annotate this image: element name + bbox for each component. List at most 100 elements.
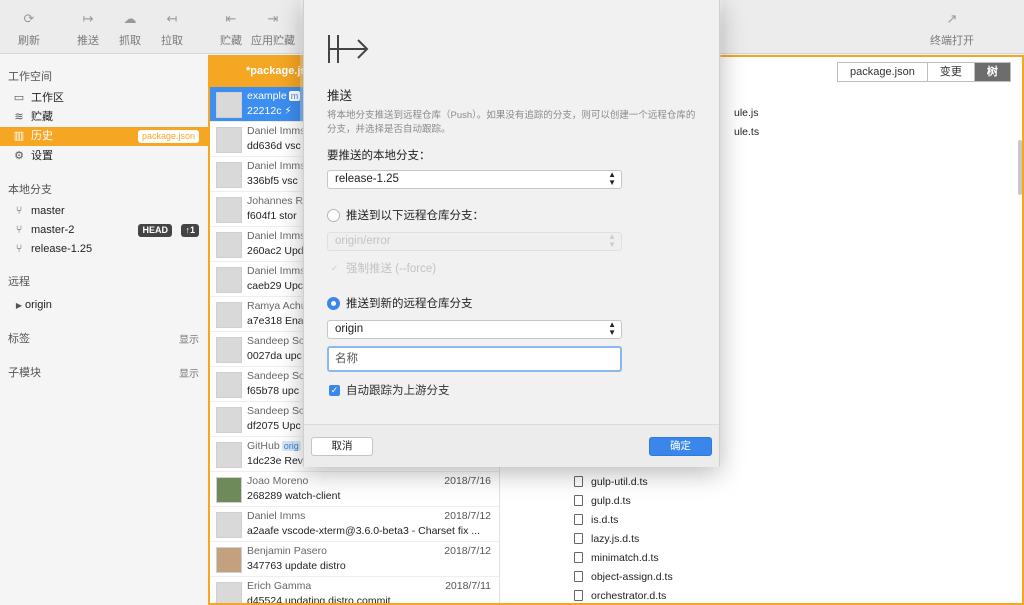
commit-author: Ramya Achu bbox=[247, 300, 307, 312]
fetch-button[interactable]: ☁ 抓取 bbox=[108, 10, 152, 48]
avatar bbox=[216, 582, 242, 603]
file-item[interactable]: object-assign.d.ts bbox=[574, 568, 673, 586]
tags-show-toggle[interactable]: 显示 bbox=[179, 331, 199, 346]
commit-author: Johannes R bbox=[247, 195, 304, 207]
avatar bbox=[216, 547, 242, 573]
view-tree-button[interactable]: 树 bbox=[973, 63, 1010, 81]
avatar bbox=[216, 407, 242, 433]
remote-label: origin bbox=[25, 299, 52, 311]
workspace-section-title: 工作空间 bbox=[8, 71, 52, 83]
scrollbar[interactable] bbox=[1018, 140, 1022, 195]
branch-name-input[interactable]: 名称 bbox=[327, 346, 622, 372]
dialog-description: 将本地分支推送到远程仓库（Push）。如果没有追踪的分支，则可以创建一个远程仓库… bbox=[327, 110, 696, 135]
commit-author: Daniel Imms bbox=[247, 160, 306, 172]
push-dialog: 推送 将本地分支推送到远程仓库（Push）。如果没有追踪的分支，则可以创建一个远… bbox=[303, 0, 720, 467]
local-branch-select[interactable]: release-1.25 ▲ ▼ bbox=[327, 170, 622, 189]
commit-author: Sandeep Sc bbox=[247, 335, 305, 347]
checkmark-icon: ✓ bbox=[329, 385, 340, 396]
commit-author: Daniel Imms bbox=[247, 125, 306, 137]
file-item[interactable]: ule.js bbox=[734, 104, 759, 122]
file-item[interactable]: orchestrator.d.ts bbox=[574, 587, 666, 603]
history-icon: ▥ bbox=[13, 130, 25, 142]
sidebar-item-settings[interactable]: ⚙ 设置 bbox=[0, 147, 208, 166]
sidebar-item-stashes[interactable]: ≋ 贮藏 bbox=[0, 108, 208, 127]
file-item[interactable]: gulp-util.d.ts bbox=[574, 473, 648, 491]
disclosure-triangle-icon[interactable]: ▶ bbox=[12, 296, 26, 315]
branch-label: master bbox=[31, 205, 65, 217]
avatar bbox=[216, 512, 242, 538]
submodules-show-toggle[interactable]: 显示 bbox=[179, 365, 199, 380]
remote-item-origin[interactable]: ▶ origin bbox=[0, 296, 208, 315]
local-branches-title: 本地分支 bbox=[8, 184, 52, 196]
commit-row[interactable]: Benjamin Pasero 2018/7/12 347763 update di… bbox=[210, 542, 499, 577]
commit-date: 2018/7/16 bbox=[444, 475, 491, 487]
commit-row[interactable]: Daniel Imms 2018/7/12 a2aafe vscode-xterm@… bbox=[210, 507, 499, 542]
file-icon bbox=[574, 590, 583, 601]
avatar bbox=[216, 127, 242, 153]
commit-author: Daniel Imms bbox=[247, 230, 306, 242]
dialog-footer: 取消 确定 bbox=[304, 424, 719, 467]
sidebar-item-workspace[interactable]: ▭ 工作区 bbox=[0, 89, 208, 108]
branch-tag: orig bbox=[281, 441, 301, 451]
branch-icon: ⑂ bbox=[15, 243, 23, 255]
branch-item-master-2[interactable]: ⑂ master-2 HEAD ↑1 bbox=[0, 221, 208, 240]
avatar bbox=[216, 162, 242, 188]
select-arrows-icon: ▲ ▼ bbox=[608, 232, 616, 249]
view-switcher: package.json 变更 树 bbox=[837, 62, 1011, 82]
refresh-icon: ⟳ bbox=[23, 11, 35, 26]
radio-label: 推送到新的远程仓库分支 bbox=[346, 298, 473, 310]
refresh-button[interactable]: ⟳ 刷新 bbox=[7, 10, 51, 48]
commit-author: Joao Moreno bbox=[247, 475, 309, 487]
checkmark-icon: ✓ bbox=[330, 263, 339, 273]
dialog-title: 推送 bbox=[327, 89, 353, 103]
avatar bbox=[216, 197, 242, 223]
checkbox-label: 强制推送 (--force) bbox=[346, 263, 437, 275]
file-icon bbox=[574, 533, 583, 544]
radio-button[interactable] bbox=[327, 209, 340, 222]
commit-message: 268289 watch-client bbox=[247, 490, 341, 502]
view-package-json-button[interactable]: package.json bbox=[838, 63, 927, 81]
stash-button[interactable]: ⇤ 贮藏 bbox=[209, 10, 253, 48]
apply-stash-button[interactable]: ⇥ 应用贮藏 bbox=[251, 10, 295, 48]
remote-select[interactable]: origin ▲ ▼ bbox=[327, 320, 622, 339]
commit-author: Erich Gamma bbox=[247, 580, 312, 592]
view-changes-button[interactable]: 变更 bbox=[926, 63, 974, 81]
avatar bbox=[216, 442, 242, 468]
avatar bbox=[216, 92, 242, 118]
confirm-button[interactable]: 确定 bbox=[649, 437, 712, 456]
file-item[interactable]: gulp.d.ts bbox=[574, 492, 631, 510]
file-icon bbox=[574, 571, 583, 582]
fetch-icon: ☁ bbox=[123, 11, 137, 26]
folder-icon: ▭ bbox=[13, 92, 25, 104]
remote-branch-select[interactable]: origin/error ▲ ▼ bbox=[327, 232, 622, 251]
file-item[interactable]: lazy.js.d.ts bbox=[574, 530, 639, 548]
commit-message: d45524 updating distro commit bbox=[247, 595, 391, 603]
fetch-label: 抓取 bbox=[119, 35, 141, 47]
commit-message: 347763 update distro bbox=[247, 560, 346, 572]
gear-icon: ⚙ bbox=[14, 150, 24, 162]
terminal-icon: ↗ bbox=[946, 11, 958, 26]
file-item[interactable]: is.d.ts bbox=[574, 511, 618, 529]
branch-item-release-1-25[interactable]: ⑂ release-1.25 bbox=[0, 240, 208, 259]
open-terminal-button[interactable]: ↗ 终端打开 bbox=[930, 10, 974, 48]
commit-date: 2018/7/12 bbox=[444, 510, 491, 522]
cancel-button[interactable]: 取消 bbox=[311, 437, 373, 456]
branch-tag: m bbox=[288, 91, 301, 101]
commit-date: 2018/7/11 bbox=[445, 580, 491, 592]
file-item[interactable]: ule.ts bbox=[734, 123, 759, 141]
branch-label: master-2 bbox=[31, 224, 75, 236]
sidebar-item-label: 贮藏 bbox=[31, 111, 53, 123]
radio-button[interactable] bbox=[327, 297, 340, 310]
commit-row[interactable]: Erich Gamma 2018/7/11 d45524 updating dist… bbox=[210, 577, 499, 603]
radio-label: 推送到以下远程仓库分支： bbox=[346, 210, 484, 222]
commit-row[interactable]: Joao Moreno 2018/7/16 268289 watch-client bbox=[210, 472, 499, 507]
sidebar-item-label: 工作区 bbox=[31, 92, 64, 104]
file-name: lazy.js.d.ts bbox=[591, 533, 640, 545]
branch-item-master[interactable]: ⑂ master bbox=[0, 202, 208, 221]
sidebar-item-label: 设置 bbox=[31, 150, 53, 162]
file-item[interactable]: minimatch.d.ts bbox=[574, 549, 659, 567]
history-filter-badge: package.json bbox=[137, 130, 199, 143]
pull-button[interactable]: ↤ 拉取 bbox=[150, 10, 194, 48]
sidebar-item-history[interactable]: ▥ 历史 package.json bbox=[0, 127, 208, 146]
push-button[interactable]: ↦ 推送 bbox=[66, 10, 110, 48]
